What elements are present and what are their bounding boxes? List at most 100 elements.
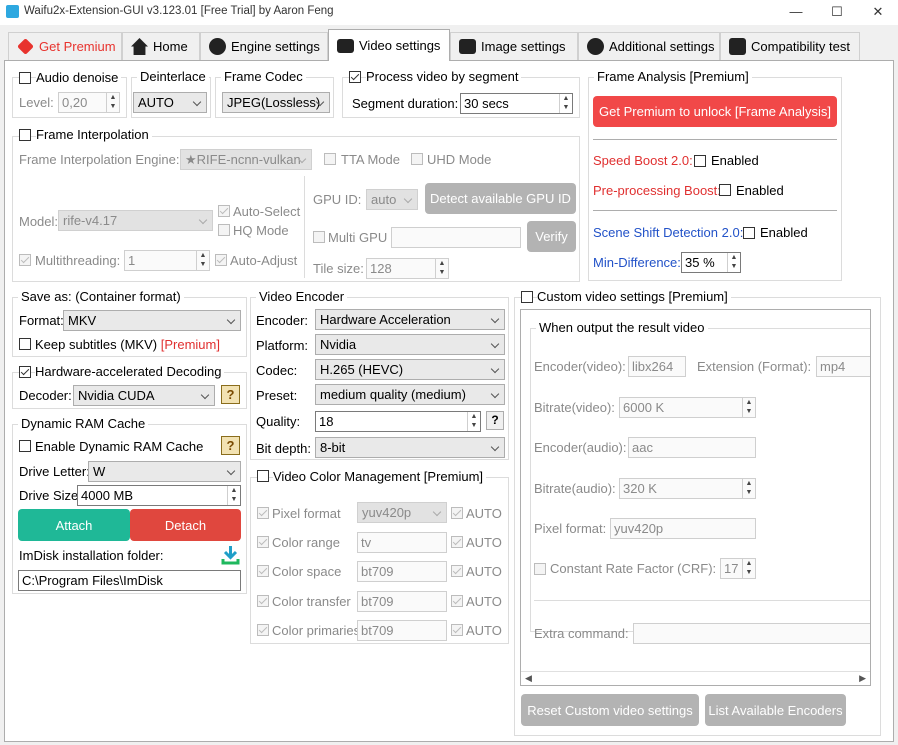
preprocessing-boost-checkbox[interactable] [719, 184, 731, 196]
scroll-right-icon[interactable]: ▶ [859, 673, 866, 684]
quality-spinbox[interactable]: 18 ▲ ▼ [315, 411, 481, 432]
download-icon[interactable] [221, 545, 240, 565]
pixel-format-custom-input[interactable]: yuv420p [610, 518, 756, 539]
tta-mode-checkbox[interactable] [324, 153, 336, 165]
color-primaries-auto-checkbox[interactable] [451, 624, 463, 636]
reset-custom-button[interactable]: Reset Custom video settings [521, 694, 699, 726]
tile-size-spinbox[interactable]: 128 ▲ ▼ [366, 258, 449, 279]
imdisk-folder-input[interactable]: C:\Program Files\ImDisk [18, 570, 241, 591]
platform-select[interactable]: Nvidia [315, 334, 505, 355]
close-button[interactable]: ✕ [858, 1, 898, 23]
encoder-audio-input[interactable]: aac [628, 437, 756, 458]
unlock-frame-analysis-button[interactable]: Get Premium to unlock [Frame Analysis] [593, 96, 837, 127]
codec-select[interactable]: H.265 (HEVC) [315, 359, 505, 380]
extra-command-input[interactable] [633, 623, 870, 644]
audio-denoise-checkbox[interactable] [19, 72, 31, 84]
color-space-checkbox[interactable] [257, 565, 269, 577]
crf-spinbox[interactable]: 17 ▲ ▼ [720, 558, 756, 579]
interp-engine-select[interactable]: ★RIFE-ncnn-vulkan [180, 149, 312, 170]
quality-help-button[interactable]: ? [486, 411, 504, 430]
color-range-input[interactable]: tv [357, 532, 447, 553]
detach-button[interactable]: Detach [130, 509, 241, 541]
imdisk-folder-label: ImDisk installation folder: [19, 548, 164, 563]
color-transfer-checkbox[interactable] [257, 595, 269, 607]
horizontal-scrollbar[interactable]: ◀ ▶ [521, 671, 870, 685]
format-label: Format: [19, 313, 64, 328]
maximize-button[interactable]: ☐ [817, 1, 857, 23]
hq-mode-checkbox[interactable] [218, 224, 230, 236]
attach-button[interactable]: Attach [18, 509, 130, 541]
decoder-select[interactable]: Nvidia CUDA [73, 385, 215, 406]
list-encoders-button[interactable]: List Available Encoders [705, 694, 846, 726]
color-range-checkbox[interactable] [257, 536, 269, 548]
multithreading-checkbox[interactable] [19, 254, 31, 266]
level-spinbox[interactable]: 0,20 ▲ ▼ [58, 92, 120, 113]
color-primaries-checkbox[interactable] [257, 624, 269, 636]
bitrate-audio-spinbox[interactable]: 320 K ▲ ▼ [619, 478, 756, 499]
frame-codec-select[interactable]: JPEG(Lossless) [222, 92, 330, 113]
color-transfer-auto-checkbox[interactable] [451, 595, 463, 607]
drive-letter-select[interactable]: W [88, 461, 241, 482]
enable-ram-cache-checkbox[interactable] [19, 440, 31, 452]
scene-shift-checkbox[interactable] [743, 227, 755, 239]
pixel-format-checkbox[interactable] [257, 507, 269, 519]
speed-boost-checkbox[interactable] [694, 155, 706, 167]
deinterlace-select[interactable]: AUTO [133, 92, 207, 113]
tab-compatibility-test[interactable]: Compatibility test [720, 32, 860, 60]
gpu-id-select[interactable]: auto [366, 189, 418, 210]
audio-denoise-label: Audio denoise [36, 70, 122, 86]
tab-engine-settings[interactable]: Engine settings [200, 32, 328, 60]
detect-gpu-button[interactable]: Detect available GPU ID [425, 183, 576, 214]
format-select[interactable]: MKV [63, 310, 241, 331]
auto-select-checkbox[interactable] [218, 205, 230, 217]
color-space-input[interactable]: bt709 [357, 561, 447, 582]
tab-image-settings[interactable]: Image settings [450, 32, 578, 60]
encoder-audio-label: Encoder(audio): [534, 440, 627, 455]
ram-cache-help-button[interactable]: ? [221, 436, 240, 455]
bit-depth-select[interactable]: 8-bit [315, 437, 505, 458]
color-primaries-input[interactable]: bt709 [357, 620, 447, 641]
color-range-auto-checkbox[interactable] [451, 536, 463, 548]
multi-gpu-input[interactable] [391, 227, 521, 248]
color-management-checkbox[interactable] [257, 470, 269, 482]
frame-interpolation-checkbox[interactable] [19, 129, 31, 141]
keep-subtitles-checkbox[interactable] [19, 338, 31, 350]
custom-video-checkbox[interactable] [521, 291, 533, 303]
pixel-format-label: Pixel format [272, 506, 341, 521]
auto-adjust-checkbox[interactable] [215, 254, 227, 266]
pixel-format-custom-label: Pixel format: [534, 521, 607, 536]
pixel-format-auto-checkbox[interactable] [451, 507, 463, 519]
tab-video-settings[interactable]: Video settings [328, 29, 450, 61]
color-transfer-input[interactable]: bt709 [357, 591, 447, 612]
bitrate-video-spinbox[interactable]: 6000 K ▲ ▼ [619, 397, 756, 418]
model-select[interactable]: rife-v4.17 [58, 210, 213, 231]
tab-label: Image settings [481, 39, 566, 54]
output-video-legend: When output the result video [536, 320, 708, 336]
decoder-help-button[interactable]: ? [221, 385, 240, 404]
multi-gpu-checkbox[interactable] [313, 231, 325, 243]
spin-arrows-icon: ▲ ▼ [559, 94, 572, 113]
tab-get-premium[interactable]: Get Premium [8, 32, 122, 60]
drive-letter-label: Drive Letter: [19, 464, 90, 479]
scroll-left-icon[interactable]: ◀ [525, 673, 532, 684]
min-difference-spinbox[interactable]: 35 % ▲ ▼ [681, 252, 741, 273]
process-segment-checkbox[interactable] [349, 71, 361, 83]
bitrate-video-label: Bitrate(video): [534, 400, 615, 415]
uhd-mode-checkbox[interactable] [411, 153, 423, 165]
crf-checkbox[interactable] [534, 563, 546, 575]
encoder-select[interactable]: Hardware Acceleration [315, 309, 505, 330]
pixel-format-select[interactable]: yuv420p [357, 502, 447, 523]
minimize-button[interactable]: — [776, 1, 816, 23]
preset-select[interactable]: medium quality (medium) [315, 384, 505, 405]
encoder-video-input[interactable]: libx264 [628, 356, 686, 377]
threads-spinbox[interactable]: 1 ▲ ▼ [124, 250, 210, 271]
tab-home[interactable]: Home [122, 32, 200, 60]
segment-duration-spinbox[interactable]: 30 secs ▲ ▼ [460, 93, 573, 114]
color-space-auto-checkbox[interactable] [451, 565, 463, 577]
tab-additional-settings[interactable]: Additional settings [578, 32, 720, 60]
tile-size-value: 128 [370, 261, 392, 276]
extension-format-input[interactable]: mp4 [816, 356, 870, 377]
verify-button[interactable]: Verify [527, 221, 576, 252]
drive-size-spinbox[interactable]: 4000 MB ▲ ▼ [77, 485, 241, 506]
hw-decoding-checkbox[interactable] [19, 366, 31, 378]
